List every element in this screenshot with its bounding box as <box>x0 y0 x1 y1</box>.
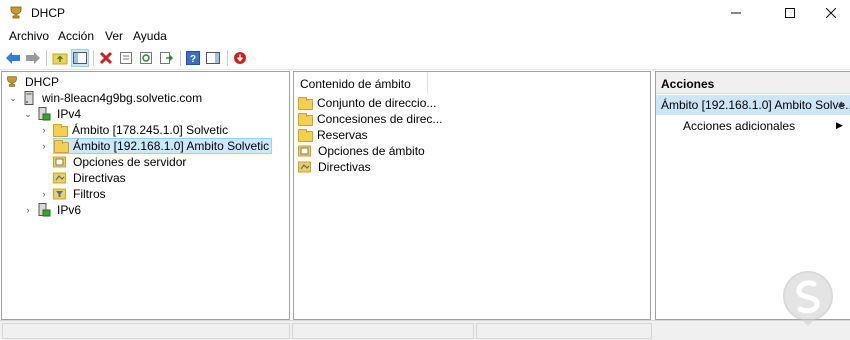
back-arrow-icon[interactable] <box>4 49 22 67</box>
refresh-icon[interactable] <box>137 49 155 67</box>
menu-bar: Archivo Acción Ver Ayuda <box>0 26 850 46</box>
status-segment <box>2 323 290 339</box>
tree-node-ipv4[interactable]: ⌄ IPv4 <box>23 106 81 122</box>
show-console-tree-icon[interactable] <box>71 49 89 67</box>
list-item-label: Reservas <box>317 128 368 142</box>
actions-group-label: Ámbito [192.168.1.0] Ambito Solve... <box>661 98 850 112</box>
menu-archivo[interactable]: Archivo <box>9 29 49 43</box>
list-item-policies[interactable]: Directivas <box>298 159 371 175</box>
status-bar <box>0 320 850 340</box>
options-icon <box>53 155 69 169</box>
tree-node-filters[interactable]: › Filtros <box>39 186 106 202</box>
column-header-content[interactable]: Contenido de ámbito <box>294 72 428 94</box>
console-tree-pane: DHCP ⌄ win-8leacn4g9bg.solvetic.com ⌄ IP… <box>1 71 290 320</box>
list-item-address-pool[interactable]: Conjunto de direccio... <box>298 95 436 111</box>
folder-icon <box>53 123 68 137</box>
options-icon <box>298 144 314 158</box>
tree-node-ipv6[interactable]: › IPv6 <box>23 202 81 218</box>
delete-icon[interactable] <box>97 49 115 67</box>
tree-label: Opciones de servidor <box>73 155 187 169</box>
svg-text:?: ? <box>190 54 196 65</box>
help-icon[interactable]: ? <box>184 49 202 67</box>
list-item-reservations[interactable]: Reservas <box>298 127 368 143</box>
tree-label: Ámbito [178.245.1.0] Solvetic <box>72 123 229 137</box>
tree-node-server[interactable]: ⌄ win-8leacn4g9bg.solvetic.com <box>8 90 202 106</box>
export-list-icon[interactable] <box>157 49 175 67</box>
toolbar: ? <box>0 46 850 70</box>
results-pane: Contenido de ámbito Conjunto de direccio… <box>293 71 651 320</box>
menu-accion[interactable]: Acción <box>58 29 94 43</box>
ipv4-icon <box>37 107 53 121</box>
solvetic-logo-watermark <box>780 268 836 328</box>
dhcp-trophy-icon <box>5 75 21 89</box>
chevron-right-icon[interactable]: › <box>39 125 49 135</box>
close-button[interactable] <box>808 0 850 26</box>
collapse-up-icon[interactable]: ▲ <box>836 99 846 110</box>
list-item-leases[interactable]: Concesiones de direc... <box>298 111 442 127</box>
submenu-arrow-icon[interactable]: ▶ <box>836 120 843 131</box>
chevron-right-icon[interactable]: › <box>39 141 49 151</box>
server-icon <box>22 91 38 105</box>
menu-ver[interactable]: Ver <box>105 29 123 43</box>
policies-icon <box>53 171 69 185</box>
properties-icon[interactable] <box>117 49 135 67</box>
tree-node-scope-192[interactable]: › Ámbito [192.168.1.0] Ambito Solvetic <box>39 138 273 154</box>
list-item-label: Opciones de ámbito <box>318 144 425 158</box>
list-item-label: Conjunto de direccio... <box>317 96 437 110</box>
tree-label: IPv4 <box>57 107 82 121</box>
dhcp-window: DHCP Archivo Acción Ver Ayuda ? DHCP ⌄ w… <box>0 0 850 340</box>
chevron-down-icon[interactable]: ⌄ <box>23 109 33 119</box>
chevron-right-icon[interactable]: › <box>39 189 49 199</box>
chevron-down-icon[interactable]: ⌄ <box>8 93 18 103</box>
folder-icon <box>298 112 313 126</box>
actions-group-scope[interactable]: Ámbito [192.168.1.0] Ambito Solve... ▲ <box>656 95 850 115</box>
dhcp-app-icon <box>8 5 24 21</box>
deactivate-icon[interactable] <box>231 49 249 67</box>
tree-label: Filtros <box>73 187 106 201</box>
show-action-pane-icon[interactable] <box>204 49 222 67</box>
tree-node-dhcp[interactable]: DHCP <box>5 74 59 90</box>
tree-label: Ámbito [192.168.1.0] Ambito Solvetic <box>73 139 270 153</box>
title-bar: DHCP <box>0 0 850 26</box>
folder-icon <box>298 128 313 142</box>
filter-icon <box>53 187 69 201</box>
tree-label: win-8leacn4g9bg.solvetic.com <box>42 91 203 105</box>
up-folder-icon[interactable] <box>51 49 69 67</box>
action-more-actions[interactable]: Acciones adicionales <box>683 119 795 133</box>
policies-icon <box>298 160 314 174</box>
actions-header: Acciones <box>656 72 850 94</box>
status-segment <box>292 323 474 339</box>
minimize-button[interactable] <box>713 0 759 26</box>
chevron-right-icon[interactable]: › <box>23 205 33 215</box>
status-segment <box>476 323 652 339</box>
folder-icon <box>298 96 313 110</box>
list-item-scope-options[interactable]: Opciones de ámbito <box>298 143 425 159</box>
window-title: DHCP <box>31 6 66 20</box>
forward-arrow-icon[interactable] <box>24 49 42 67</box>
tree-node-scope-178[interactable]: › Ámbito [178.245.1.0] Solvetic <box>39 122 229 138</box>
tree-label: IPv6 <box>57 203 82 217</box>
menu-ayuda[interactable]: Ayuda <box>133 29 167 43</box>
list-item-label: Directivas <box>318 160 371 174</box>
folder-icon <box>54 139 69 153</box>
selected-scope[interactable]: Ámbito [192.168.1.0] Ambito Solvetic <box>53 138 273 154</box>
list-item-label: Concesiones de direc... <box>317 112 443 126</box>
tree-node-policies[interactable]: Directivas <box>53 170 126 186</box>
maximize-button[interactable] <box>767 0 813 26</box>
tree-node-server-options[interactable]: Opciones de servidor <box>53 154 186 170</box>
ipv6-icon <box>37 203 53 217</box>
tree-label: DHCP <box>25 75 60 89</box>
tree-label: Directivas <box>73 171 126 185</box>
